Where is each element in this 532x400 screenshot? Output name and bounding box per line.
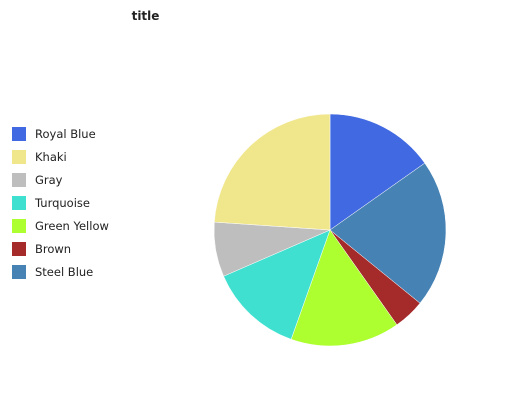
pie-slices xyxy=(213,113,447,347)
pie-chart xyxy=(213,113,447,347)
pie-slice-khaki xyxy=(214,113,331,231)
